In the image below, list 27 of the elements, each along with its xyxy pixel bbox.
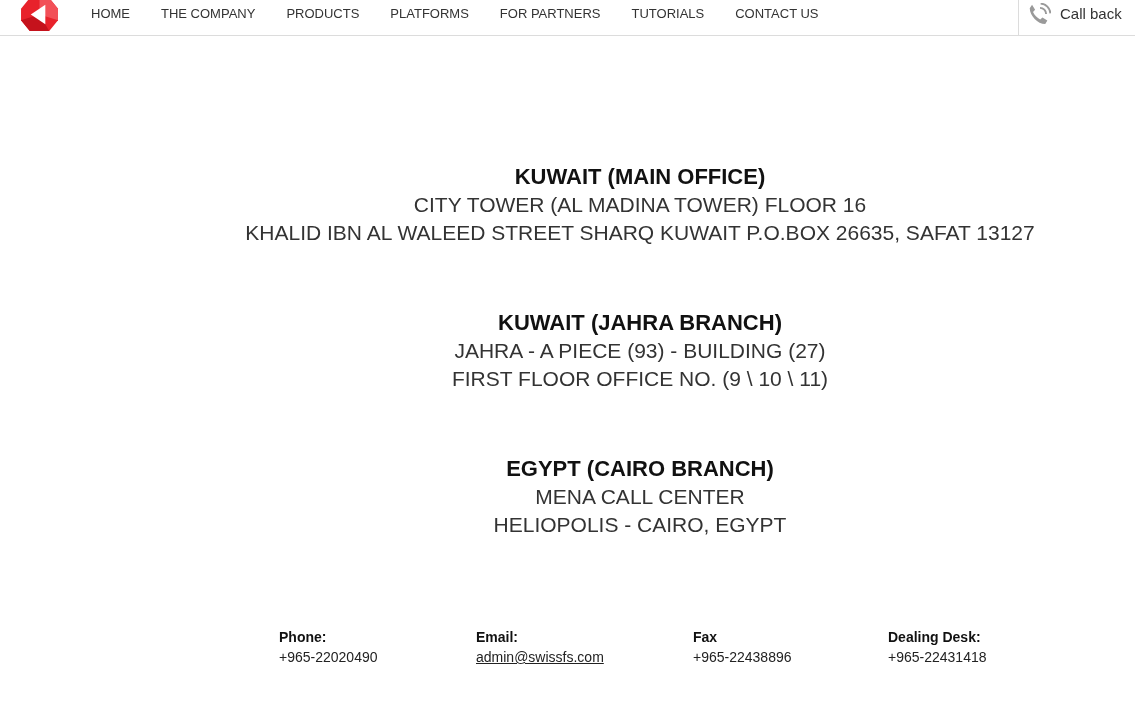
nav-link[interactable]: THE COMPANY (161, 5, 256, 23)
contact-label: Fax (693, 628, 719, 647)
call-back-button[interactable]: Call back (1018, 0, 1135, 35)
logo-icon[interactable] (20, 0, 59, 32)
contact-label: Phone: (279, 628, 328, 647)
contact-value: +965-22438896 (693, 648, 793, 667)
address-line: CITY TOWER (AL MADINA TOWER) FLOOR 16 (413, 192, 867, 218)
nav-link[interactable]: PLATFORMS (390, 5, 469, 23)
address-line: MENA CALL CENTER (535, 484, 745, 510)
nav-link[interactable]: PRODUCTS (286, 5, 360, 23)
contact-value: +965-22020490 (279, 648, 379, 667)
nav-link[interactable]: TUTORIALS (631, 5, 705, 23)
address-line: KHALID IBN AL WALEED STREET SHARQ KUWAIT P.O.BOX 26635, SAFAT 13127 (245, 220, 1035, 246)
nav-link[interactable]: CONTACT US (735, 5, 819, 23)
office-title: KUWAIT (JAHRA BRANCH) (498, 309, 782, 337)
email-link[interactable]: admin@swissfs.com (476, 647, 693, 667)
contact-value: +965-22431418 (888, 648, 988, 667)
address-line: HELIOPOLIS - CAIRO, EGYPT (493, 512, 787, 538)
office-title: KUWAIT (MAIN OFFICE) (514, 163, 766, 191)
office-title: EGYPT (CAIRO BRANCH) (506, 455, 774, 483)
nav-link[interactable]: HOME (91, 5, 130, 23)
contact-label: Email: (476, 628, 519, 647)
nav-link[interactable]: FOR PARTNERS (499, 5, 601, 23)
contact-label: Dealing Desk: (888, 628, 982, 647)
address-line: JAHRA - A PIECE (93) - BUILDING (27) (454, 338, 826, 364)
address-line: FIRST FLOOR OFFICE NO. (9 \ 10 \ 11) (451, 366, 829, 392)
phone-icon (1029, 2, 1051, 25)
